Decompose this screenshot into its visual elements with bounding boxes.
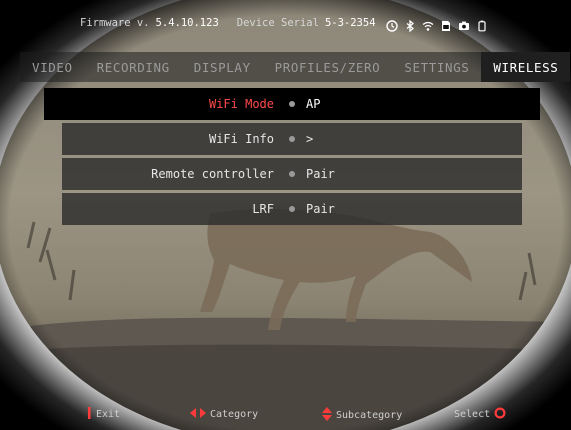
menu-item-remote-controller[interactable]: Remote controller Pair <box>62 158 522 190</box>
select-button-icon <box>494 407 506 422</box>
category-hint-label: Category <box>210 409 259 420</box>
wifi-icon <box>422 17 434 31</box>
exit-hint-label: Exit <box>96 409 121 420</box>
menu-item-label: WiFi Mode <box>208 97 274 111</box>
control-hints-bar: Exit Category Subcategory Select <box>0 404 571 424</box>
tab-recording[interactable]: RECORDING <box>85 60 182 75</box>
tab-profiles-zero[interactable]: PROFILES/ZERO <box>263 60 393 75</box>
subcategory-hint-label: Subcategory <box>336 410 403 421</box>
category-hint: Category <box>190 407 258 422</box>
status-icons <box>386 14 488 33</box>
subcategory-hint: Subcategory <box>322 407 402 424</box>
sd-card-icon <box>440 17 452 31</box>
tab-wireless[interactable]: WIRELESS <box>481 52 571 82</box>
menu-item-value: AP <box>306 97 321 111</box>
exit-button-icon <box>86 407 92 422</box>
firmware-label: Firmware v. <box>80 17 150 29</box>
separator-dot <box>289 171 295 177</box>
menu-item-value: Pair <box>306 202 335 216</box>
serial-number: 5-3-2354 <box>324 17 376 29</box>
menu-item-value: Pair <box>306 167 335 181</box>
screen: Firmware v. 5.4.10.123 Device Serial 5-3… <box>0 0 571 430</box>
select-hint-label: Select <box>454 409 491 420</box>
menu-item-label: Remote controller <box>151 167 274 181</box>
tab-settings[interactable]: SETTINGS <box>392 60 481 75</box>
tab-video[interactable]: VIDEO <box>20 60 85 75</box>
camera-icon <box>458 17 470 30</box>
firmware-version: 5.4.10.123 <box>155 17 219 29</box>
separator-dot <box>289 101 295 107</box>
separator-dot <box>289 136 295 142</box>
menu-item-lrf[interactable]: LRF Pair <box>62 193 522 225</box>
timer-icon <box>386 17 398 32</box>
exit-hint: Exit <box>86 407 120 422</box>
menu-item-value: > <box>306 132 314 146</box>
menu-item-wifi-mode[interactable]: WiFi Mode AP <box>44 88 540 120</box>
battery-icon <box>476 17 488 32</box>
left-right-arrows-icon <box>190 407 206 422</box>
bluetooth-icon <box>404 17 416 33</box>
serial-label: Device Serial <box>236 17 319 29</box>
menu-item-wifi-info[interactable]: WiFi Info > <box>62 123 522 155</box>
menu-item-label: WiFi Info <box>208 132 274 146</box>
separator-dot <box>289 206 295 212</box>
menu-item-label: LRF <box>252 202 274 216</box>
up-down-arrows-icon <box>322 407 332 424</box>
select-hint: Select <box>454 407 506 422</box>
tab-display[interactable]: DISPLAY <box>182 60 263 75</box>
category-tabs: VIDEO RECORDING DISPLAY PROFILES/ZERO SE… <box>20 52 571 82</box>
